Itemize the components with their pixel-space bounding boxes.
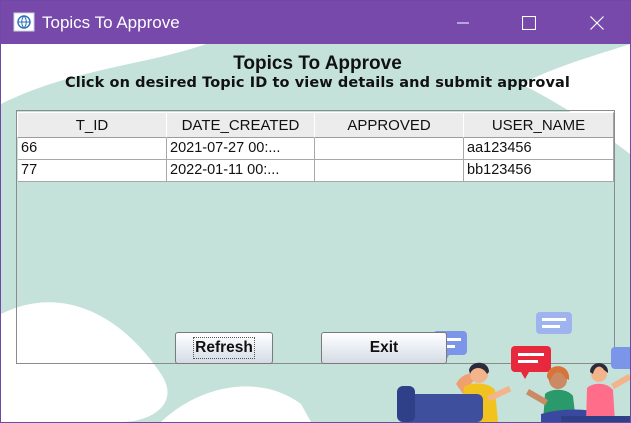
refresh-button[interactable]: Refresh bbox=[175, 332, 273, 364]
refresh-button-label: Refresh bbox=[193, 337, 255, 359]
table-row[interactable]: 77 2022-01-11 00:... bb123456 bbox=[18, 160, 614, 182]
cell-user-name[interactable]: aa123456 bbox=[464, 138, 614, 160]
app-window: Topics To Approve Topics To Approve Clic bbox=[0, 0, 631, 423]
topics-table[interactable]: T_ID DATE_CREATED APPROVED USER_NAME 66 … bbox=[16, 110, 615, 364]
cell-date-created[interactable]: 2022-01-11 00:... bbox=[167, 160, 315, 182]
exit-button-label: Exit bbox=[369, 339, 399, 356]
minimize-button[interactable] bbox=[440, 1, 486, 44]
close-icon bbox=[590, 15, 604, 30]
title-bar[interactable]: Topics To Approve bbox=[1, 1, 630, 44]
maximize-icon bbox=[522, 15, 536, 30]
minimize-icon bbox=[457, 17, 469, 29]
exit-button[interactable]: Exit bbox=[321, 332, 447, 364]
table-row[interactable]: 66 2021-07-27 00:... aa123456 bbox=[18, 138, 614, 160]
page-subtitle: Click on desired Topic ID to view detail… bbox=[65, 75, 570, 91]
cell-t-id[interactable]: 66 bbox=[18, 138, 167, 160]
globe-app-icon bbox=[13, 12, 35, 32]
cell-t-id[interactable]: 77 bbox=[18, 160, 167, 182]
maximize-button[interactable] bbox=[506, 1, 552, 44]
cell-user-name[interactable]: bb123456 bbox=[464, 160, 614, 182]
close-button[interactable] bbox=[574, 1, 620, 44]
cell-approved[interactable] bbox=[315, 160, 464, 182]
cell-date-created[interactable]: 2021-07-27 00:... bbox=[167, 138, 315, 160]
cell-approved[interactable] bbox=[315, 138, 464, 160]
column-header-date-created[interactable]: DATE_CREATED bbox=[166, 112, 315, 138]
column-header-user-name[interactable]: USER_NAME bbox=[463, 112, 614, 138]
table-header: T_ID DATE_CREATED APPROVED USER_NAME bbox=[17, 111, 614, 138]
column-header-approved[interactable]: APPROVED bbox=[314, 112, 464, 138]
page-title: Topics To Approve bbox=[233, 53, 402, 74]
client-area: Topics To Approve Click on desired Topic… bbox=[1, 44, 630, 422]
column-header-t-id[interactable]: T_ID bbox=[17, 112, 167, 138]
window-title: Topics To Approve bbox=[42, 13, 180, 32]
